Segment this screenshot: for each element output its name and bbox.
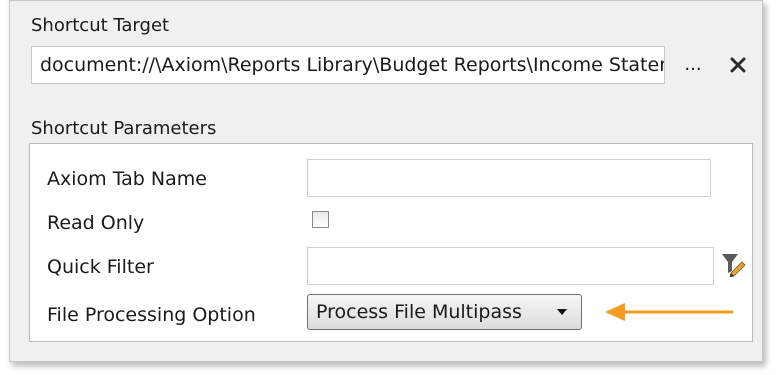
read-only-checkbox[interactable] [312, 211, 329, 228]
chevron-down-icon [557, 309, 567, 315]
quick-filter-label: Quick Filter [47, 256, 154, 278]
axiom-tab-name-input[interactable] [307, 159, 711, 197]
axiom-tab-name-label: Axiom Tab Name [47, 168, 207, 190]
file-processing-option-value: Process File Multipass [316, 301, 522, 323]
shortcut-properties-panel: Shortcut Target document://\Axiom\Report… [9, 0, 763, 362]
file-processing-option-select[interactable]: Process File Multipass [307, 294, 582, 330]
quick-filter-input[interactable] [307, 247, 714, 285]
browse-button[interactable]: ... [682, 51, 704, 79]
read-only-label: Read Only [47, 212, 145, 234]
shortcut-target-field[interactable]: document://\Axiom\Reports Library\Budget… [31, 46, 665, 84]
file-processing-option-label: File Processing Option [47, 304, 256, 326]
shortcut-target-label: Shortcut Target [31, 15, 170, 36]
shortcut-parameters-label: Shortcut Parameters [31, 118, 217, 139]
shortcut-parameters-box: Axiom Tab Name Read Only Quick Filter Fi… [29, 143, 753, 342]
close-icon[interactable] [726, 53, 750, 77]
filter-edit-icon[interactable] [720, 251, 746, 278]
arrow-left-icon [603, 300, 735, 324]
